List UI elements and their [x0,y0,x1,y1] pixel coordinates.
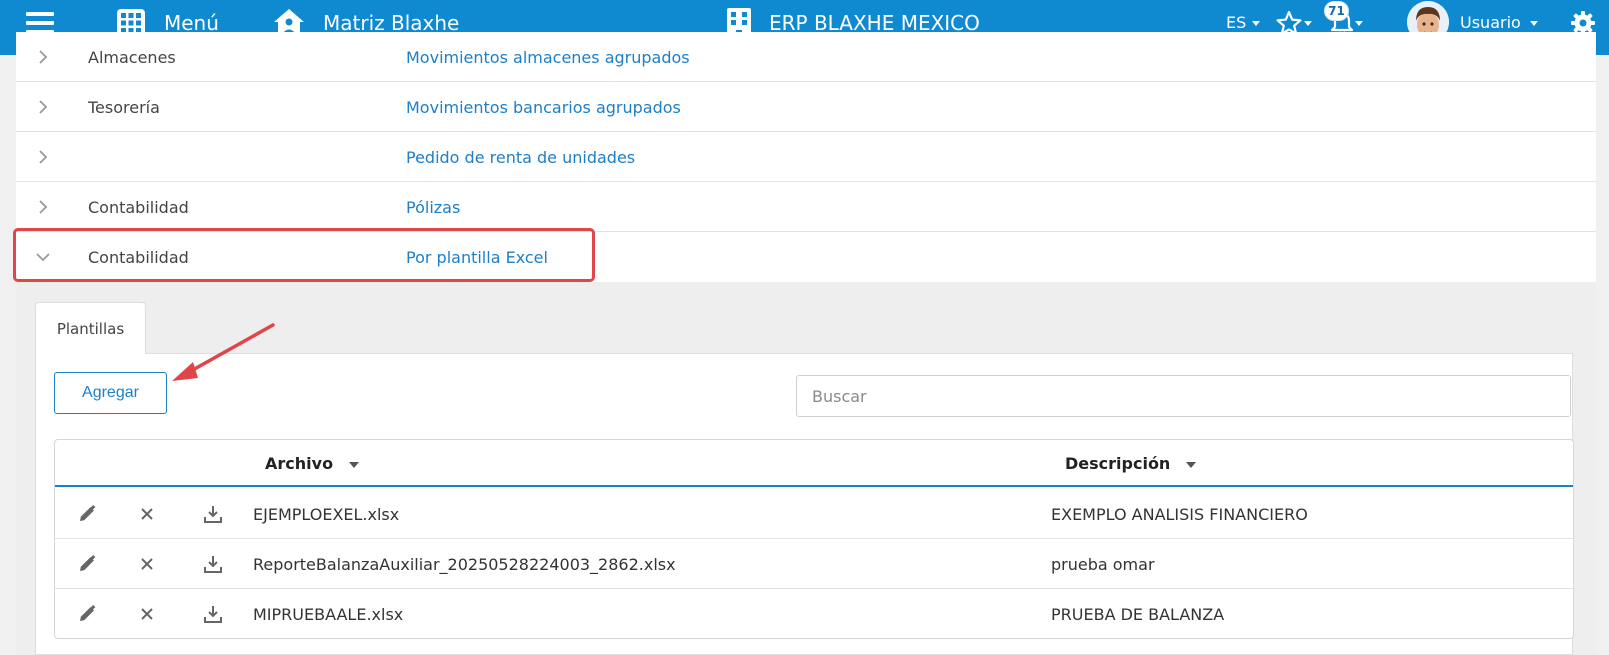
column-descripcion[interactable]: Descripción [1065,440,1197,487]
menu-link[interactable]: Movimientos bancarios agrupados [406,82,681,132]
column-archivo[interactable]: Archivo [265,440,360,487]
notifications-badge: 71 [1324,1,1349,21]
menu-label: Menú [164,10,219,35]
menu-row-pedido-renta[interactable]: Pedido de renta de unidades [16,132,1596,182]
chevron-down-icon [1252,21,1261,26]
download-icon[interactable] [203,554,223,574]
chevron-right-icon [39,200,48,214]
pencil-icon[interactable] [77,604,97,624]
user-label: Usuario [1460,13,1521,32]
annotation-arrow-icon [172,323,275,381]
erp-title: ERP BLAXHE MEXICO [769,10,980,35]
chevron-right-icon [39,100,48,114]
module-label: Tesorería [88,97,160,117]
table-header: Archivo Descripción [55,440,1573,487]
archivo-cell: ReporteBalanzaAuxiliar_20250528224003_28… [253,554,676,574]
descripcion-cell: PRUEBA DE BALANZA [1051,604,1225,624]
chevron-down-icon [1304,21,1312,26]
sort-caret-icon [1186,461,1197,468]
archivo-cell: MIPRUEBAALE.xlsx [253,604,404,624]
descripcion-cell: prueba omar [1051,554,1155,574]
tab-plantillas[interactable]: Plantillas [35,302,146,354]
sort-caret-icon [349,461,360,468]
menu-link[interactable]: Movimientos almacenes agrupados [406,32,690,82]
column-label: Archivo [265,454,334,473]
module-label: Almacenes [88,47,176,67]
table-row: MIPRUEBAALE.xlsx PRUEBA DE BALANZA [55,589,1573,638]
archivo-cell: EJEMPLOEXEL.xlsx [253,504,400,524]
page-right-gutter [1596,55,1609,655]
menu-row-almacenes[interactable]: Almacenes Movimientos almacenes agrupado… [16,32,1596,82]
descripcion-cell: EXEMPLO ANALISIS FINANCIERO [1051,504,1308,524]
pencil-icon[interactable] [77,504,97,524]
pencil-icon[interactable] [77,554,97,574]
download-icon[interactable] [203,604,223,624]
chevron-down-icon [1529,21,1538,26]
download-icon[interactable] [203,504,223,524]
chevron-right-icon [39,150,48,164]
menu-row-tesoreria[interactable]: Tesorería Movimientos bancarios agrupado… [16,82,1596,132]
chevron-down-icon [1355,21,1363,26]
table-row: EJEMPLOEXEL.xlsx EXEMPLO ANALISIS FINANC… [55,489,1573,539]
search-input[interactable] [796,375,1571,417]
add-button[interactable]: Agregar [54,372,167,414]
close-icon[interactable] [137,504,157,524]
language-label: ES [1226,13,1247,32]
templates-table: Archivo Descripción EJEMPLOEXEL.xlsx EXE… [54,439,1574,639]
close-icon[interactable] [137,604,157,624]
page-left-gutter [0,55,16,655]
highlight-box [13,228,595,282]
table-row: ReporteBalanzaAuxiliar_20250528224003_28… [55,539,1573,589]
menu-link[interactable]: Pedido de renta de unidades [406,132,635,182]
close-icon[interactable] [137,554,157,574]
module-label: Contabilidad [88,197,189,217]
chevron-right-icon [39,50,48,64]
company-name: Matriz Blaxhe [323,10,460,35]
menu-link[interactable]: Pólizas [406,182,460,232]
column-label: Descripción [1065,454,1171,473]
menu-row-polizas[interactable]: Contabilidad Pólizas [16,182,1596,232]
